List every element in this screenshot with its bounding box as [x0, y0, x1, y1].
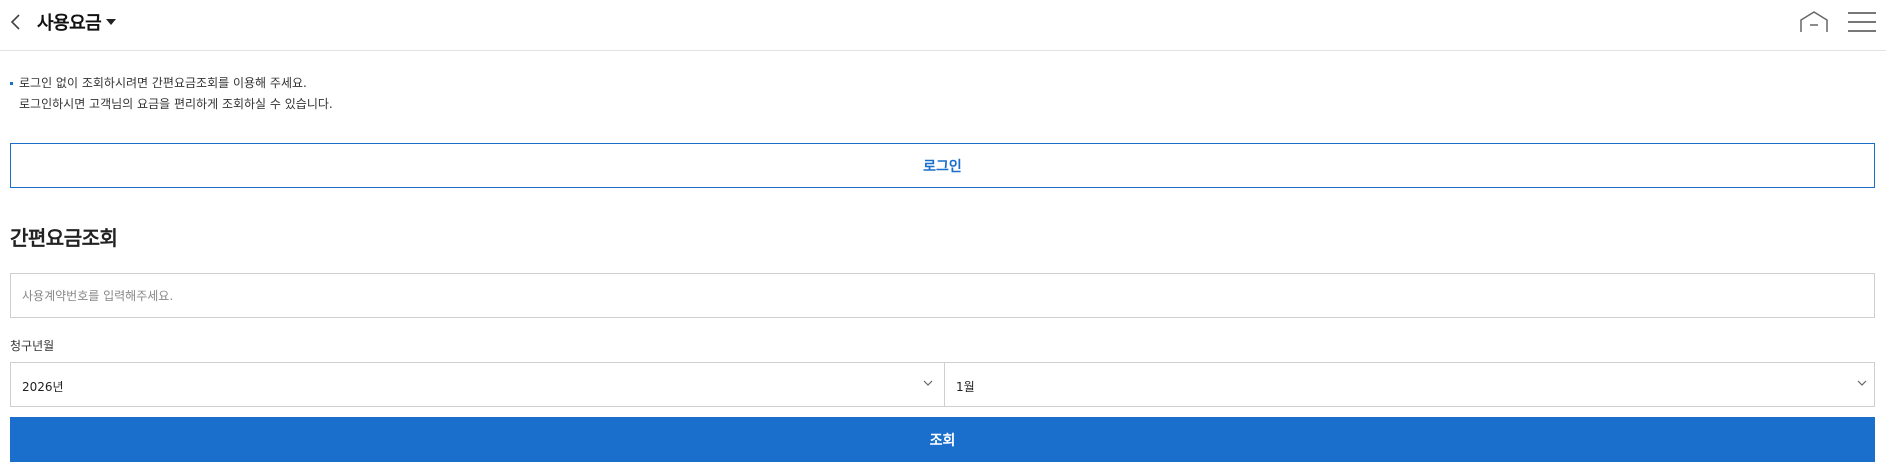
chevron-down-icon — [1857, 380, 1867, 386]
page-title: 사용요금 — [37, 13, 102, 34]
home-icon[interactable] — [1799, 10, 1829, 34]
search-button[interactable]: 조회 — [10, 417, 1875, 462]
login-notice: 로그인 없이 조회하시려면 간편요금조회를 이용해 주세요. 로그인하시면 고객… — [10, 73, 333, 115]
chevron-down-icon — [923, 380, 933, 386]
month-select[interactable]: 1월 — [944, 362, 1875, 407]
notice-line-1: 로그인 없이 조회하시려면 간편요금조회를 이용해 주세요. — [19, 76, 307, 90]
year-select-value: 2026년 — [22, 380, 64, 394]
chevron-left-icon[interactable] — [8, 12, 22, 32]
contract-number-input[interactable] — [10, 273, 1875, 318]
billing-month-label: 청구년월 — [10, 339, 55, 353]
quick-lookup-title: 간편요금조회 — [10, 226, 118, 250]
notice-line-2: 로그인하시면 고객님의 요금을 편리하게 조회하실 수 있습니다. — [19, 97, 333, 111]
login-button[interactable]: 로그인 — [10, 143, 1875, 188]
hamburger-menu-icon[interactable] — [1848, 12, 1876, 32]
year-select[interactable]: 2026년 — [10, 362, 944, 407]
month-select-value: 1월 — [956, 380, 975, 394]
bullet-icon — [10, 82, 13, 85]
top-bar: 사용요금 — [0, 0, 1886, 51]
caret-down-icon[interactable] — [106, 19, 116, 25]
